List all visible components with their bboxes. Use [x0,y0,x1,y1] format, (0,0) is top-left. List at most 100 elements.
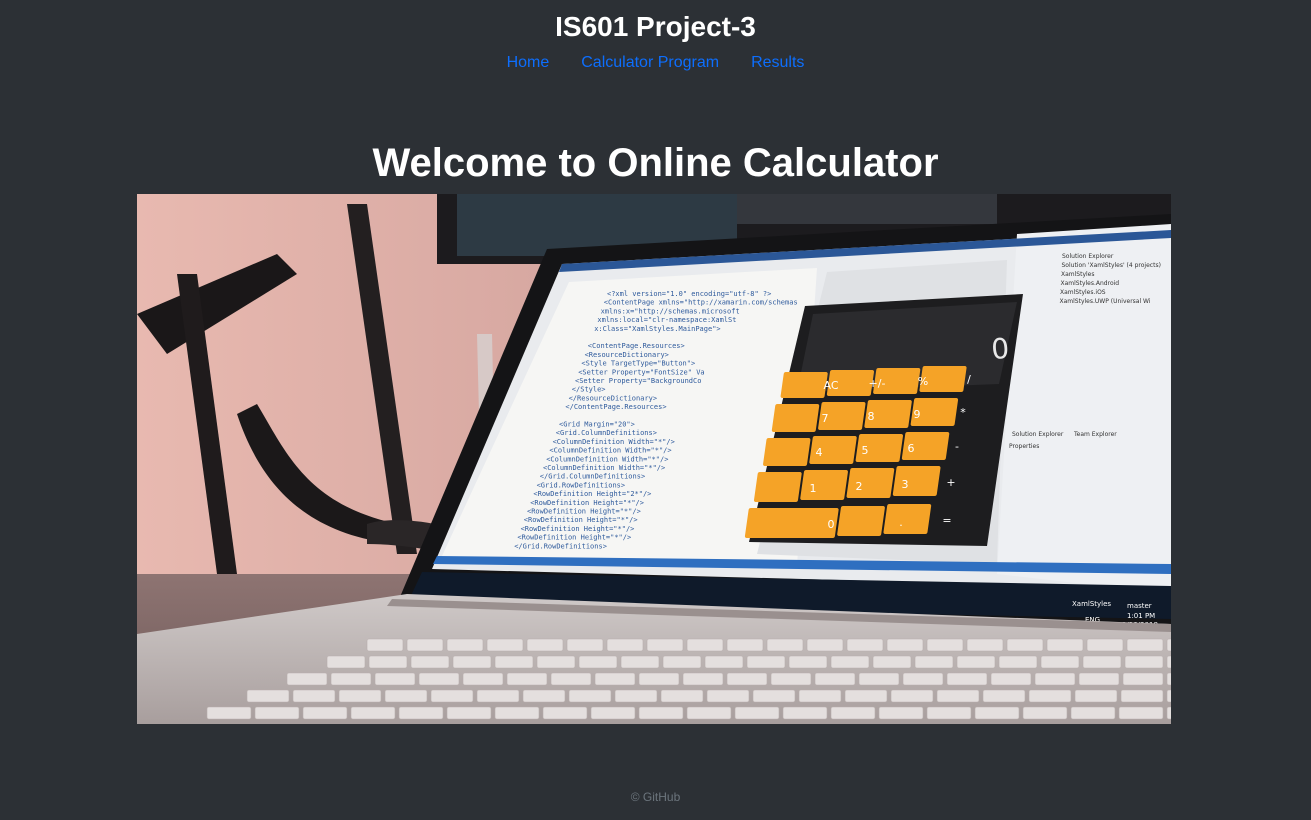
keyboard-key [782,706,828,720]
keyboard-key [594,672,636,686]
keyboard-key [384,689,428,703]
calculator-key: / [967,373,971,386]
keyboard-key [566,638,604,652]
keyboard-key [1070,706,1116,720]
keyboard-key [1086,638,1124,652]
keyboard-key [286,672,328,686]
calculator-key: . [899,516,903,529]
keyboard-key [522,689,566,703]
keyboard-key [830,706,876,720]
keyboard-key [578,655,618,669]
keyboard-key [830,655,870,669]
calculator-key: 5 [862,444,869,457]
keyboard-key [374,672,416,686]
keyboard-key [1034,672,1076,686]
keyboard-key [1126,638,1164,652]
keyboard-key [704,655,744,669]
explorer-tab: Team Explorer [1073,431,1117,438]
calculator-key: +/- [869,377,886,390]
explorer-item: XamlStyles.Android [1061,280,1120,287]
calculator-key: 1 [810,482,817,495]
code-line: xmlns:local="clr-namespace:XamlSt [597,316,736,324]
calculator-key: * [960,406,966,419]
keyboard-key [726,672,768,686]
keyboard-key [846,638,884,652]
keyboard-key [550,672,592,686]
keyboard-key [254,706,300,720]
keyboard-key [788,655,828,669]
keyboard-key [974,706,1020,720]
code-line: </ResourceDictionary> [569,394,658,402]
keyboard-key [526,638,564,652]
nav-link-calculator-program[interactable]: Calculator Program [581,53,719,73]
keyboard-key [1022,706,1068,720]
explorer-item: XamlStyles.iOS [1060,289,1106,296]
properties-label: Properties [1009,443,1039,450]
keyboard-key [1124,655,1164,669]
calculator-key: 7 [822,412,829,425]
keyboard-key [1006,638,1044,652]
keyboard-key [606,638,644,652]
code-line: <Setter Property="FontSize" Va [578,368,704,376]
keyboard-key [706,689,750,703]
code-line: <?xml version="1.0" encoding="utf-8" ?> [607,290,771,298]
keyboard-key [814,672,856,686]
keyboard-key [1166,672,1171,686]
keyboard-key [798,689,842,703]
keyboard-key [638,672,680,686]
code-line: <ColumnDefinition Width="*"/> [546,455,668,463]
keyboard-key [878,706,924,720]
keyboard-key [430,689,474,703]
status-project: XamlStyles [1072,600,1111,608]
page-heading: Welcome to Online Calculator [372,141,939,185]
nav-link-home[interactable]: Home [507,53,550,73]
footer-copyright: © GitHub [630,790,681,804]
calculator-key: 8 [868,410,875,423]
keyboard-key [752,689,796,703]
calculator-key: = [942,514,951,527]
keyboard-key [418,672,460,686]
code-line: <Setter Property="BackgroundCo [575,377,701,385]
keyboard-key [646,638,684,652]
keyboard-key [1082,655,1122,669]
taskbar-time: 1:01 PM [1127,612,1155,620]
calculator-key: 0 [828,518,835,531]
keyboard-key [1040,655,1080,669]
keyboard-key [926,638,964,652]
code-line: <ColumnDefinition Width="*"/> [543,464,665,472]
keyboard-key [326,655,366,669]
keyboard-key [660,689,704,703]
calculator-key: AC [823,379,838,392]
keyboard-key [366,638,404,652]
keyboard-key [946,672,988,686]
keyboard-key [936,689,980,703]
keyboard-key [1166,706,1171,720]
keyboard-key [398,706,444,720]
code-line: </Grid.ColumnDefinitions> [540,473,645,481]
keyboard-key [292,689,336,703]
keyboard-key [246,689,290,703]
code-line: <RowDefinition Height="*"/> [524,516,638,524]
keyboard-key [914,655,954,669]
keyboard-key [568,689,612,703]
keyboard-key [746,655,786,669]
keyboard-key [494,706,540,720]
code-line: </ContentPage.Resources> [565,403,666,411]
keyboard-key [1078,672,1120,686]
site-title: IS601 Project-3 [555,11,756,42]
keyboard-key [590,706,636,720]
code-line: <ColumnDefinition Width="*"/> [553,438,675,446]
keyboard-key [638,706,684,720]
code-line: <RowDefinition Height="*"/> [530,499,644,507]
keyboard-key [806,638,844,652]
code-line: <RowDefinition Height="*"/> [521,525,635,533]
keyboard-key [350,706,396,720]
keyboard-key [686,706,732,720]
explorer-title: Solution Explorer [1062,253,1114,260]
keyboard-key [998,655,1038,669]
code-line: x:Class="XamlStyles.MainPage"> [594,325,720,333]
calculator-key: - [955,440,959,453]
keyboard-key [406,638,444,652]
nav-link-results[interactable]: Results [751,53,804,73]
hero-image: 0 AC +/-%/7 8 9 * 4 5 6-1 2 3 +0. = <?xml ve [137,194,1171,724]
